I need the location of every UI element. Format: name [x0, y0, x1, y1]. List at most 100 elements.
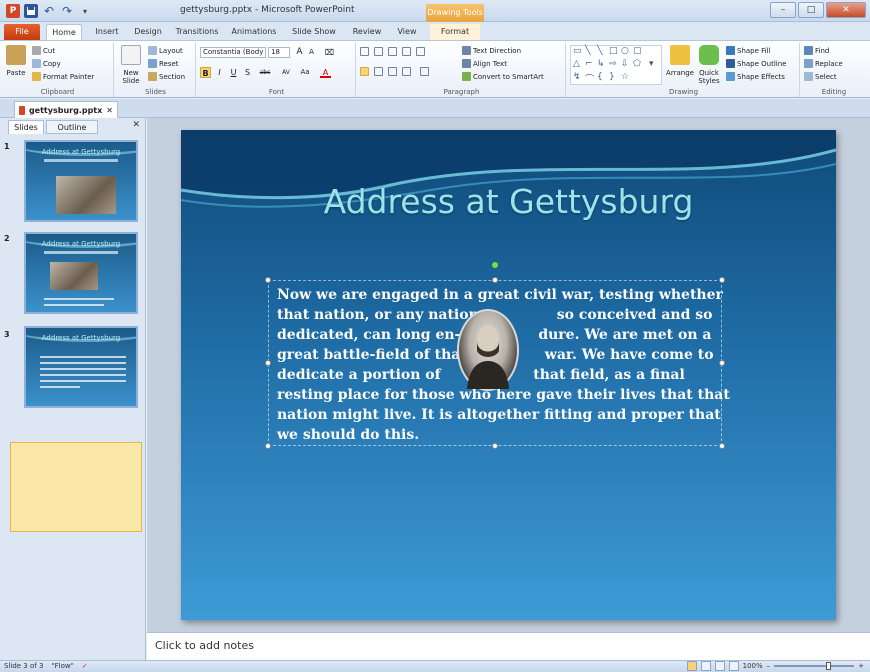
right-arrow-shape-icon[interactable]: ⇨	[609, 59, 617, 69]
zoom-in-button[interactable]: +	[858, 662, 864, 670]
curve-shape-icon[interactable]: ⌒	[585, 72, 594, 85]
zoom-out-button[interactable]: –	[767, 662, 771, 670]
shape-effects-button[interactable]: Shape Effects	[726, 72, 785, 81]
align-right-button[interactable]	[388, 67, 397, 76]
shadow-button[interactable]: S	[242, 67, 253, 78]
resize-handle-top[interactable]	[492, 277, 498, 283]
increase-indent-button[interactable]	[402, 47, 411, 56]
tab-slide-show[interactable]: Slide Show	[288, 24, 340, 40]
redo-icon[interactable]: ↷	[60, 4, 74, 18]
bold-button[interactable]: B	[200, 67, 211, 78]
brace-right-shape-icon[interactable]: }	[609, 72, 615, 82]
slide-thumbnail-1[interactable]: Address at Gettysburg	[24, 140, 138, 222]
line-spacing-button[interactable]	[416, 47, 425, 56]
slide-canvas[interactable]: Address at Gettysburg Now we are engaged…	[181, 130, 836, 620]
resize-handle-left[interactable]	[265, 360, 271, 366]
shape-fill-button[interactable]: Shape Fill	[726, 46, 771, 55]
tab-format[interactable]: Format	[430, 24, 480, 40]
character-spacing-button[interactable]: AV	[278, 67, 294, 78]
undo-icon[interactable]: ↶	[42, 4, 56, 18]
pentagon-shape-icon[interactable]: ⬠	[633, 59, 641, 69]
shapes-gallery[interactable]: ▭ ╲ ╲ □ ○ ▢ △ ⌐ ↳ ⇨ ⇩ ⬠ ↯ ⌒ { } ☆ ▾	[570, 45, 662, 85]
zoom-slider-thumb[interactable]	[826, 662, 832, 670]
rounded-rect-shape-icon[interactable]: ▢	[633, 46, 642, 56]
tab-insert[interactable]: Insert	[90, 24, 124, 40]
slide-thumbnail-3[interactable]: Address at Gettysburg	[24, 326, 138, 408]
zoom-level[interactable]: 100%	[743, 662, 763, 670]
slide-title[interactable]: Address at Gettysburg	[181, 182, 836, 221]
powerpoint-app-icon[interactable]: P	[6, 4, 20, 18]
gallery-more-icon[interactable]: ▾	[649, 59, 654, 69]
align-left-button[interactable]	[360, 67, 369, 76]
slide-show-view-button[interactable]	[728, 661, 739, 671]
grow-font-button[interactable]: A	[294, 47, 305, 58]
resize-handle-top-left[interactable]	[265, 277, 271, 283]
convert-smartart-button[interactable]: Convert to SmartArt	[462, 72, 544, 81]
decrease-indent-button[interactable]	[388, 47, 397, 56]
curved-arrow-shape-icon[interactable]: ↯	[573, 72, 581, 82]
font-name-combo[interactable]: Constantia (Body	[200, 47, 266, 58]
zoom-slider[interactable]	[774, 662, 855, 670]
panel-close-icon[interactable]: ✕	[132, 120, 140, 130]
shrink-font-button[interactable]: A	[306, 47, 317, 58]
spelling-check-icon[interactable]: ✓	[82, 662, 88, 670]
new-slide-button[interactable]: New Slide	[118, 45, 144, 85]
reading-view-button[interactable]	[714, 661, 725, 671]
underline-button[interactable]: U	[228, 67, 239, 78]
line-shape-icon[interactable]: ╲	[585, 46, 590, 56]
align-text-button[interactable]: Align Text	[462, 59, 507, 68]
resize-handle-top-right[interactable]	[719, 277, 725, 283]
text-box-shape-icon[interactable]: ▭	[573, 46, 582, 56]
numbering-button[interactable]	[374, 47, 383, 56]
down-arrow-shape-icon[interactable]: ⇩	[621, 59, 629, 69]
strikethrough-button[interactable]: abc	[256, 67, 274, 78]
bullets-button[interactable]	[360, 47, 369, 56]
tab-view[interactable]: View	[392, 24, 422, 40]
tab-outline[interactable]: Outline	[46, 120, 98, 134]
format-painter-button[interactable]: Format Painter	[32, 72, 94, 81]
notes-pane[interactable]: Click to add notes	[147, 632, 870, 660]
italic-button[interactable]: I	[214, 67, 225, 78]
star-shape-icon[interactable]: ☆	[621, 72, 629, 82]
tab-home[interactable]: Home	[46, 24, 82, 40]
columns-button[interactable]	[420, 67, 429, 76]
layout-button[interactable]: Layout	[148, 46, 183, 55]
section-button[interactable]: Section	[148, 72, 185, 81]
rectangle-shape-icon[interactable]: □	[609, 46, 618, 56]
close-button[interactable]: ✕	[826, 2, 866, 18]
cut-button[interactable]: Cut	[32, 46, 55, 55]
resize-handle-bottom[interactable]	[492, 443, 498, 449]
bend-arrow-shape-icon[interactable]: ↳	[597, 59, 605, 69]
resize-handle-bottom-left[interactable]	[265, 443, 271, 449]
corner-shape-icon[interactable]: ⌐	[585, 59, 593, 69]
minimize-button[interactable]: –	[770, 2, 796, 18]
customize-qat-icon[interactable]: ▾	[78, 4, 92, 18]
slide-sorter-view-button[interactable]	[700, 661, 711, 671]
replace-button[interactable]: Replace	[804, 59, 843, 68]
shape-outline-button[interactable]: Shape Outline	[726, 59, 786, 68]
tab-design[interactable]: Design	[130, 24, 166, 40]
font-color-button[interactable]: A	[320, 67, 331, 78]
lincoln-portrait-image[interactable]	[457, 309, 519, 391]
select-button[interactable]: Select	[804, 72, 837, 81]
align-center-button[interactable]	[374, 67, 383, 76]
line-shape-icon-2[interactable]: ╲	[597, 46, 602, 56]
oval-shape-icon[interactable]: ○	[621, 46, 629, 56]
save-icon[interactable]	[24, 4, 38, 18]
document-tab[interactable]: gettysburg.pptx ✕	[14, 101, 118, 118]
resize-handle-bottom-right[interactable]	[719, 443, 725, 449]
clear-formatting-button[interactable]: ⌧	[324, 47, 335, 58]
arrange-button[interactable]: Arrange	[666, 45, 694, 77]
copy-button[interactable]: Copy	[32, 59, 61, 68]
resize-handle-right[interactable]	[719, 360, 725, 366]
brace-left-shape-icon[interactable]: {	[597, 72, 603, 82]
paste-button[interactable]: Paste	[4, 45, 28, 77]
tab-slides[interactable]: Slides	[8, 120, 44, 134]
normal-view-button[interactable]	[686, 661, 697, 671]
slide-thumbnail-2[interactable]: Address at Gettysburg	[24, 232, 138, 314]
justify-button[interactable]	[402, 67, 411, 76]
find-button[interactable]: Find	[804, 46, 829, 55]
tab-transitions[interactable]: Transitions	[172, 24, 222, 40]
document-tab-close-icon[interactable]: ✕	[106, 103, 113, 118]
triangle-shape-icon[interactable]: △	[573, 59, 580, 69]
